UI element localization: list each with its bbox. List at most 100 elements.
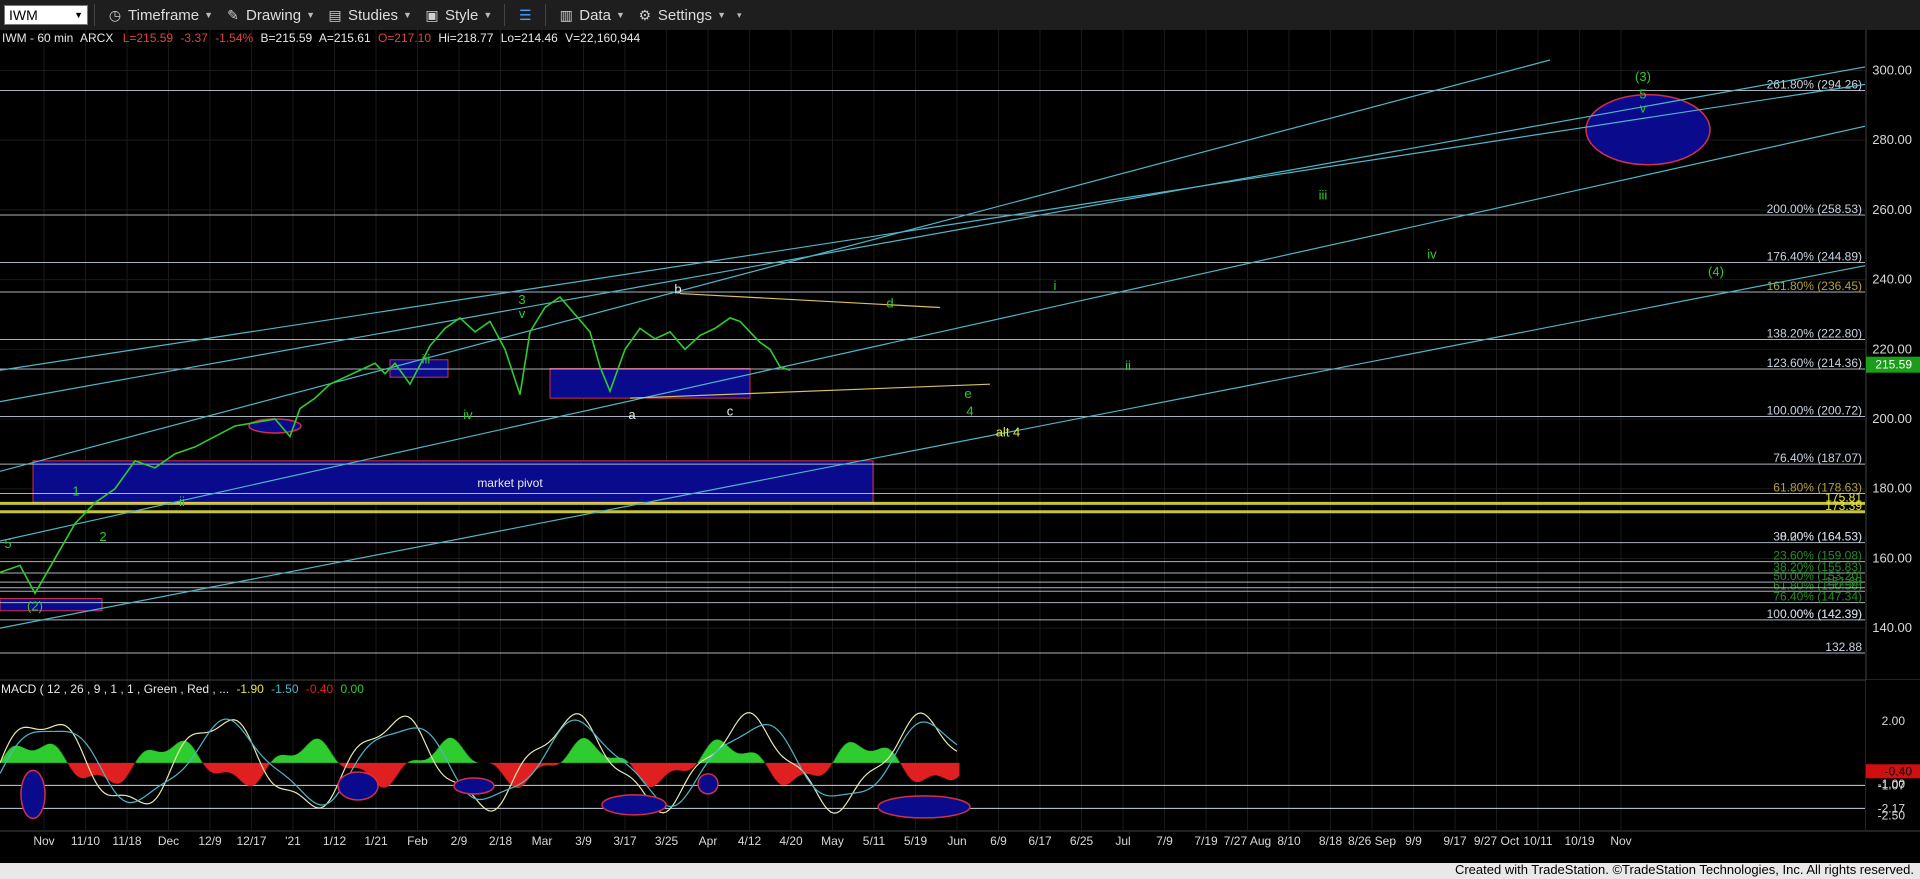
time-tick-label: Feb: [407, 834, 428, 848]
clock-icon: ◷: [108, 7, 122, 23]
time-tick-label: Jul: [1115, 834, 1130, 848]
time-tick-label: Dec: [158, 834, 179, 848]
wave-label: 2: [99, 529, 106, 544]
wave-label: d: [886, 295, 893, 310]
change-value: -3.37: [180, 31, 208, 45]
fib-label: 200.00% (258.53): [1767, 202, 1862, 216]
wave-label: i: [1054, 278, 1057, 293]
overflow-icon: ▾: [736, 9, 742, 20]
macd-v2: -1.50: [271, 682, 299, 696]
time-tick-label: May: [821, 834, 844, 848]
svg-text:IWM - 60 min ARCX: IWM - 60 min ARCX L=215.59 -3.37 -1.54% …: [2, 31, 641, 45]
time-tick-label: 2/9: [451, 834, 468, 848]
fib-label: 176.40% (244.89): [1767, 250, 1862, 264]
time-tick-label: 4/12: [738, 834, 762, 848]
time-tick-label: Mar: [532, 834, 553, 848]
fib-label: 100.00% (200.72): [1767, 404, 1862, 418]
wave-label: b: [674, 282, 681, 297]
wave-label: v: [1640, 100, 1647, 115]
time-tick-label: 10/11: [1523, 834, 1552, 848]
style-button[interactable]: ▣ Style ▼: [418, 7, 498, 24]
time-tick-label: 12/17: [236, 834, 266, 848]
time-tick-label: 11/10: [71, 834, 100, 848]
time-tick-label: 9/17: [1443, 834, 1467, 848]
time-tick-label: 3/9: [575, 834, 592, 848]
time-tick-label: Nov: [1610, 834, 1631, 848]
macd-tick-label: -1.00: [1878, 777, 1906, 791]
style-icon: ▣: [425, 7, 439, 23]
chevron-down-icon: ▼: [615, 10, 625, 20]
fib-label: 161.80% (236.45): [1767, 279, 1862, 293]
price-tick-label: 180.00: [1872, 481, 1912, 496]
data-button[interactable]: ▥ Data ▼: [552, 7, 631, 24]
last-price-label: 215.59: [1875, 358, 1912, 372]
studies-button[interactable]: ▤ Studies ▼: [321, 7, 418, 24]
ask-value: A=215.61: [319, 31, 371, 45]
time-tick-label: 1/12: [323, 834, 347, 848]
macd-divergence-ellipse: [877, 795, 971, 819]
settings-button[interactable]: ⚙ Settings ▼ ▾: [631, 7, 748, 24]
time-tick-label: 7/19: [1194, 834, 1218, 848]
time-tick-label: 5/19: [904, 834, 928, 848]
toolbar: IWM ▼ ◷ Timeframe ▼ ✎ Drawing ▼ ▤ Studie…: [0, 0, 1920, 31]
wave-label: c: [727, 404, 734, 419]
time-tick-label: 7/9: [1156, 834, 1173, 848]
chevron-down-icon: ▼: [403, 10, 412, 20]
fib-label: 123.60% (214.36): [1767, 356, 1862, 370]
fib-label: 151.60: [1825, 575, 1862, 589]
drawing-label: Drawing: [246, 6, 302, 24]
last-value: L=215.59: [123, 31, 174, 45]
macd-v4: 0.00: [341, 682, 365, 696]
market-pivot-box: [32, 460, 874, 504]
wave-label: iv: [463, 407, 473, 422]
wave-label: ii: [179, 494, 185, 509]
chevron-down-icon: ▼: [204, 10, 214, 20]
time-tick-label: 9/9: [1405, 834, 1422, 848]
wave-label: (4): [1708, 264, 1724, 279]
bid-value: B=215.59: [261, 31, 313, 45]
fib-label: 76.40% (187.07): [1773, 451, 1862, 465]
fib-label: 0.00% (142.39): [1780, 607, 1862, 621]
drawing-button[interactable]: ✎ Drawing ▼: [219, 7, 321, 24]
time-tick-label: '21: [285, 834, 301, 848]
wave-label: iv: [1427, 247, 1437, 262]
price-tick-label: 220.00: [1872, 341, 1912, 356]
time-tick-label: 8/18: [1319, 834, 1343, 848]
symbol-dropdown-icon[interactable]: ▼: [74, 10, 83, 20]
wave-label: 5: [1639, 86, 1646, 101]
wave-label: iii: [1319, 187, 1328, 202]
toolbar-divider: [545, 4, 547, 26]
price-tick-label: 160.00: [1872, 550, 1912, 565]
symbol-value: IWM: [9, 7, 38, 23]
macd-divergence-ellipse: [337, 771, 379, 801]
settings-label: Settings: [657, 6, 713, 24]
layout-button[interactable]: ☰: [511, 7, 539, 23]
price-tick-label: 280.00: [1872, 132, 1912, 147]
time-tick-label: 6/9: [990, 834, 1007, 848]
fib-label: 132.88: [1825, 640, 1862, 654]
fib-label: 138.20% (222.80): [1767, 327, 1862, 341]
symbol-input[interactable]: IWM ▼: [4, 5, 88, 25]
time-tick-label: 2/18: [489, 834, 513, 848]
fib-label: 261.80% (294.26): [1767, 77, 1862, 91]
volume-value: V=22,160,944: [565, 31, 640, 45]
macd-divergence-ellipse: [453, 777, 495, 795]
timeframe-button[interactable]: ◷ Timeframe ▼: [101, 7, 219, 24]
time-axis[interactable]: Nov 11/10 11/18 Dec 12/9 12/17 '21 1/12 1/21 Feb 2…: [0, 830, 1920, 863]
wave-label: alt 4: [996, 424, 1021, 439]
chevron-down-icon: ▼: [306, 10, 315, 20]
time-tick-label: Jun: [947, 834, 966, 848]
wave-label: iii: [422, 351, 431, 366]
time-tick-label: 6/25: [1070, 834, 1094, 848]
time-tick-label: 7/27 Aug: [1224, 834, 1271, 848]
svg-text:MACD ( 12 , 26 , 9 , 1 , 1 , G: MACD ( 12 , 26 , 9 , 1 , 1 , Green , Red…: [1, 682, 364, 696]
macd-tick-label: 2.00: [1882, 714, 1906, 728]
macd-divergence-ellipse: [20, 769, 46, 820]
price-chart[interactable]: market pivot 261.80% (294.26) 200.00% (25…: [0, 30, 1920, 863]
market-pivot-label: market pivot: [477, 476, 543, 490]
timeframe-label: Timeframe: [128, 6, 200, 24]
wave-label: a: [628, 407, 636, 422]
pencil-icon: ✎: [227, 7, 239, 23]
price-tick-label: 140.00: [1872, 620, 1912, 635]
layout-icon: ☰: [518, 7, 532, 23]
